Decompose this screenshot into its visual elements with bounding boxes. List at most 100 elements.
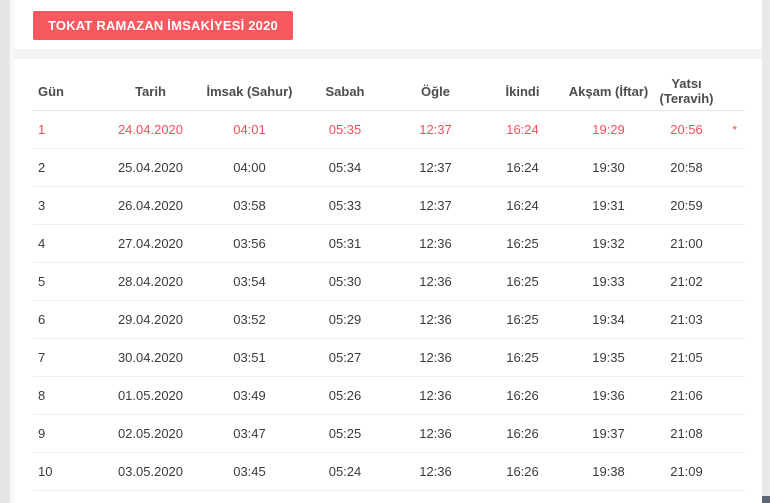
cell-ogle: 12:36 — [392, 452, 479, 491]
bottom-right-corner-element — [762, 496, 770, 503]
cell-tarih: 26.04.2020 — [100, 186, 201, 225]
table-header-row: Gün Tarih İmsak (Sahur) Sabah Öğle İkind… — [33, 72, 745, 111]
cell-yatsi: 21:02 — [651, 262, 722, 301]
cell-aksam: 19:32 — [566, 224, 651, 263]
cell-ogle: 12:37 — [392, 110, 479, 149]
cell-gun: 5 — [33, 262, 100, 301]
cell-ikindi: 16:25 — [479, 262, 566, 301]
cell-aksam: 19:38 — [566, 452, 651, 491]
page-left-gutter-edge — [10, 0, 14, 503]
table-row: 2 25.04.2020 04:00 05:34 12:37 16:24 19:30 20:5… — [33, 148, 745, 187]
cell-tarih: 27.04.2020 — [100, 224, 201, 263]
cell-yatsi: 21:08 — [651, 414, 722, 453]
cell-sabah: 05:35 — [298, 110, 392, 149]
cell-imsak: 04:01 — [201, 110, 298, 149]
cell-note — [722, 262, 745, 301]
cell-aksam: 19:34 — [566, 300, 651, 339]
cell-gun: 2 — [33, 148, 100, 187]
imsakiye-title-button[interactable]: TOKAT RAMAZAN İMSAKİYESİ 2020 — [33, 11, 293, 40]
table-row: 5 28.04.2020 03:54 05:30 12:36 16:25 19:33 21:0… — [33, 262, 745, 301]
cell-tarih: 29.04.2020 — [100, 300, 201, 339]
column-header-aksam: Akşam (İftar) — [566, 72, 651, 111]
cell-ogle: 12:37 — [392, 148, 479, 187]
cell-ikindi: 16:25 — [479, 224, 566, 263]
cell-tarih: 02.05.2020 — [100, 414, 201, 453]
cell-gun: 6 — [33, 300, 100, 339]
cell-ikindi: 16:26 — [479, 376, 566, 415]
cell-ogle: 12:36 — [392, 224, 479, 263]
column-header-gun: Gün — [33, 72, 100, 111]
cell-note — [722, 376, 745, 415]
cell-aksam: 19:33 — [566, 262, 651, 301]
cell-yatsi: 20:59 — [651, 186, 722, 225]
page-right-gutter — [762, 0, 770, 503]
cell-tarih: 24.04.2020 — [100, 110, 201, 149]
cell-ogle: 12:36 — [392, 376, 479, 415]
cell-sabah: 05:26 — [298, 376, 392, 415]
cell-tarih: 01.05.2020 — [100, 376, 201, 415]
cell-yatsi: 21:06 — [651, 376, 722, 415]
column-header-imsak: İmsak (Sahur) — [201, 72, 298, 111]
cell-aksam: 19:31 — [566, 186, 651, 225]
cell-ikindi: 16:24 — [479, 186, 566, 225]
section-divider — [14, 49, 762, 59]
cell-ikindi: 16:24 — [479, 110, 566, 149]
cell-note — [722, 414, 745, 453]
cell-note — [722, 338, 745, 377]
page-left-gutter — [0, 0, 10, 503]
table-row: 6 29.04.2020 03:52 05:29 12:36 16:25 19:34 21:0… — [33, 300, 745, 339]
cell-sabah: 05:27 — [298, 338, 392, 377]
cell-imsak: 03:56 — [201, 224, 298, 263]
cell-sabah: 05:31 — [298, 224, 392, 263]
cell-imsak: 03:54 — [201, 262, 298, 301]
cell-ogle: 12:36 — [392, 300, 479, 339]
table-row: 3 26.04.2020 03:58 05:33 12:37 16:24 19:31 20:5… — [33, 186, 745, 225]
cell-sabah: 05:24 — [298, 452, 392, 491]
cell-yatsi: 21:03 — [651, 300, 722, 339]
cell-tarih: 28.04.2020 — [100, 262, 201, 301]
cell-aksam: 19:37 — [566, 414, 651, 453]
cell-ikindi: 16:25 — [479, 338, 566, 377]
cell-tarih: 25.04.2020 — [100, 148, 201, 187]
cell-sabah: 05:25 — [298, 414, 392, 453]
cell-aksam: 19:36 — [566, 376, 651, 415]
column-header-ikindi: İkindi — [479, 72, 566, 111]
table-row: 8 01.05.2020 03:49 05:26 12:36 16:26 19:36 21:0… — [33, 376, 745, 415]
cell-sabah: 05:34 — [298, 148, 392, 187]
cell-gun: 4 — [33, 224, 100, 263]
column-header-note — [722, 72, 745, 111]
cell-yatsi: 21:00 — [651, 224, 722, 263]
cell-imsak: 03:45 — [201, 452, 298, 491]
table-row: 1 24.04.2020 04:01 05:35 12:37 16:24 19:29 20:5… — [33, 110, 745, 149]
cell-note — [722, 452, 745, 491]
column-header-sabah: Sabah — [298, 72, 392, 111]
cell-imsak: 03:51 — [201, 338, 298, 377]
cell-sabah: 05:29 — [298, 300, 392, 339]
column-header-ogle: Öğle — [392, 72, 479, 111]
cell-gun: 3 — [33, 186, 100, 225]
column-header-tarih: Tarih — [100, 72, 201, 111]
table-row: 10 03.05.2020 03:45 05:24 12:36 16:26 19:38 21:… — [33, 452, 745, 491]
table-row: 7 30.04.2020 03:51 05:27 12:36 16:25 19:35 21:0… — [33, 338, 745, 377]
cell-imsak: 03:58 — [201, 186, 298, 225]
cell-aksam: 19:35 — [566, 338, 651, 377]
cell-imsak: 04:00 — [201, 148, 298, 187]
cell-ogle: 12:36 — [392, 338, 479, 377]
cell-note — [722, 148, 745, 187]
cell-gun: 8 — [33, 376, 100, 415]
cell-yatsi: 20:58 — [651, 148, 722, 187]
cell-gun: 7 — [33, 338, 100, 377]
cell-imsak: 03:52 — [201, 300, 298, 339]
cell-note — [722, 224, 745, 263]
cell-yatsi: 21:09 — [651, 452, 722, 491]
cell-ikindi: 16:25 — [479, 300, 566, 339]
cell-aksam: 19:29 — [566, 110, 651, 149]
cell-gun: 1 — [33, 110, 100, 149]
cell-imsak: 03:47 — [201, 414, 298, 453]
cell-yatsi: 21:05 — [651, 338, 722, 377]
cell-note: * — [722, 110, 745, 149]
imsakiye-table: Gün Tarih İmsak (Sahur) Sabah Öğle İkind… — [33, 72, 745, 491]
table-row: 9 02.05.2020 03:47 05:25 12:36 16:26 19:37 21:0… — [33, 414, 745, 453]
cell-ogle: 12:36 — [392, 262, 479, 301]
cell-note — [722, 186, 745, 225]
